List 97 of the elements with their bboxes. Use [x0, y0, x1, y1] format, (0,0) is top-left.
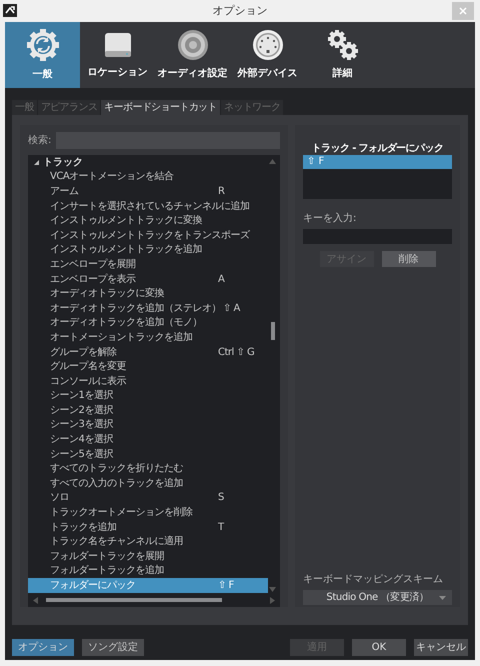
shortcut-row[interactable]: シーン2を選択 [28, 403, 268, 418]
category-label[interactable]: トラック [43, 154, 83, 170]
scheme-value: Studio One （変更済） [326, 590, 429, 605]
category-tab[interactable]: ロケーション [80, 22, 155, 88]
shortcut-row[interactable]: すべてのトラックを折りたたむ [28, 461, 268, 476]
settings-tab[interactable]: キーボードショートカット [101, 100, 220, 115]
command-name: フォルダートラックを展開 [50, 550, 165, 564]
shortcut-key: T [218, 520, 224, 535]
close-button[interactable] [452, 2, 474, 20]
shortcut-row[interactable]: トラック名をチャンネルに適用 [28, 534, 268, 550]
command-name: インサートを選択されているチャンネルに追加 [50, 200, 250, 214]
command-name: トラック名をチャンネルに適用 [50, 534, 184, 550]
category-tab[interactable]: 外部デバイス [230, 22, 305, 88]
midi-connector-icon [252, 29, 284, 61]
shortcut-row[interactable]: インストゥルメントトラックをトランスポーズ [28, 228, 268, 243]
command-name: フォルダーにパック [50, 579, 136, 594]
speaker-icon [176, 29, 208, 61]
shortcut-row[interactable]: アーム R [28, 184, 268, 199]
category-tab[interactable]: 一般 [5, 22, 80, 88]
vertical-scrollbar-thumb[interactable] [271, 322, 275, 340]
scroll-left-icon [33, 596, 38, 604]
command-name: オーディオトラックに変換 [50, 286, 165, 302]
command-name: すべての入力のトラックを追加 [50, 476, 184, 491]
shortcut-row[interactable]: トラックを追加 T [28, 520, 268, 534]
command-name: インストゥルメントトラックに変換 [50, 214, 203, 228]
shortcut-key: R [218, 184, 224, 199]
scroll-right-icon [270, 596, 275, 604]
command-name: コンソールに表示 [50, 374, 128, 389]
shortcut-row[interactable]: すべての入力のトラックを追加 [28, 476, 268, 491]
shortcut-row[interactable]: シーン4を選択 [28, 432, 268, 447]
sync-gear-icon [26, 28, 60, 62]
scroll-up-icon [269, 159, 276, 164]
shortcut-row[interactable]: オーディオトラックを追加（モノ） [28, 316, 268, 330]
search-label: 検索: [28, 134, 52, 148]
window-title: オプション [212, 2, 268, 19]
command-name: シーン5を選択 [50, 448, 114, 462]
command-name: エンベロープを展開 [50, 258, 136, 272]
shortcut-row[interactable]: インストゥルメントトラックを追加 [28, 242, 268, 258]
shortcut-row[interactable]: フォルダートラックを追加 [28, 564, 268, 578]
shortcut-key: Ctrl ⇧ G [218, 344, 254, 360]
command-name: エンベロープを表示 [50, 272, 137, 287]
shortcut-row[interactable]: シーン3を選択 [28, 418, 268, 432]
command-name: グループを解除 [50, 346, 118, 360]
command-name: ソロ [50, 491, 70, 506]
shortcut-row[interactable]: インサートを選択されているチャンネルに追加 [28, 198, 268, 214]
dialog-button[interactable]: OK [352, 639, 406, 656]
footer-tab-button[interactable]: ソング設定 [82, 639, 144, 656]
gears-icon [326, 29, 358, 61]
scheme-dropdown[interactable]: Studio One （変更済） [303, 590, 452, 605]
shortcut-row[interactable]: オーディオトラックを追加（ステレオ） ⇧ A [28, 300, 268, 316]
command-name: トラックを追加 [50, 520, 118, 535]
shortcut-row[interactable]: シーン1を選択 [28, 388, 268, 404]
editor-title: トラック - フォルダーにパック [310, 142, 444, 155]
shortcut-key: A [218, 272, 224, 287]
command-name: オーディオトラックを追加（ステレオ） [50, 302, 222, 316]
command-name: アーム [50, 184, 80, 199]
shortcut-key: ⇧ F [218, 578, 234, 594]
shortcut-row[interactable]: グループ名を変更 [28, 359, 268, 374]
shortcut-key: S [218, 490, 224, 506]
shortcut-row[interactable]: インストゥルメントトラックに変換 [28, 213, 268, 228]
command-name: インストゥルメントトラックをトランスポーズ [50, 228, 251, 243]
shortcut-row[interactable]: オーディオトラックに変換 [28, 286, 268, 301]
dialog-button[interactable]: キャンセル [414, 639, 468, 656]
horizontal-scrollbar-thumb[interactable] [46, 598, 222, 602]
command-name: シーン2を選択 [50, 404, 114, 418]
shortcut-row[interactable]: グループを解除 Ctrl ⇧ G [28, 344, 268, 360]
command-name: シーン3を選択 [50, 418, 114, 432]
editor-button[interactable]: 削除 [382, 251, 436, 267]
command-name: オートメーショントラックを追加 [50, 330, 194, 345]
shortcut-row[interactable]: フォルダートラックを展開 [28, 549, 268, 564]
scheme-label: キーボードマッピングスキーム [303, 573, 444, 587]
command-name: グループ名を変更 [50, 360, 127, 374]
close-icon [459, 7, 467, 15]
shortcut-key: ⇧ A [223, 300, 240, 316]
category-tab[interactable]: 詳細 [305, 22, 380, 88]
key-input-label: キーを入力: [303, 212, 358, 226]
drive-icon [102, 30, 132, 60]
command-name: シーン4を選択 [50, 433, 114, 448]
shortcut-row[interactable]: ソロ S [28, 490, 268, 506]
shortcut-row[interactable]: エンベロープを展開 [28, 257, 268, 272]
command-name: インストゥルメントトラックを追加 [50, 242, 203, 258]
shortcut-row[interactable]: エンベロープを表示 A [28, 272, 268, 286]
shortcut-row[interactable]: オートメーショントラックを追加 [28, 330, 268, 345]
app-icon [3, 4, 17, 17]
shortcut-row[interactable]: シーン5を選択 [28, 446, 268, 462]
command-name: VCAオートメーションを結合 [50, 170, 175, 184]
command-name: すべてのトラックを折りたたむ [50, 462, 184, 476]
category-tab[interactable]: オーディオ設定 [155, 22, 230, 88]
command-name: フォルダートラックを追加 [50, 564, 165, 578]
shortcut-row[interactable]: VCAオートメーションを結合 [28, 170, 268, 184]
command-name: オーディオトラックを追加（モノ） [50, 316, 203, 330]
shortcut-row[interactable]: コンソールに表示 [28, 374, 268, 388]
expand-arrow-icon[interactable] [34, 160, 39, 165]
shortcut-row[interactable]: トラックオートメーションを削除 [28, 505, 268, 520]
dropdown-arrow-icon [439, 596, 446, 600]
command-name: トラックオートメーションを削除 [50, 506, 194, 520]
command-name: シーン1を選択 [50, 389, 114, 404]
